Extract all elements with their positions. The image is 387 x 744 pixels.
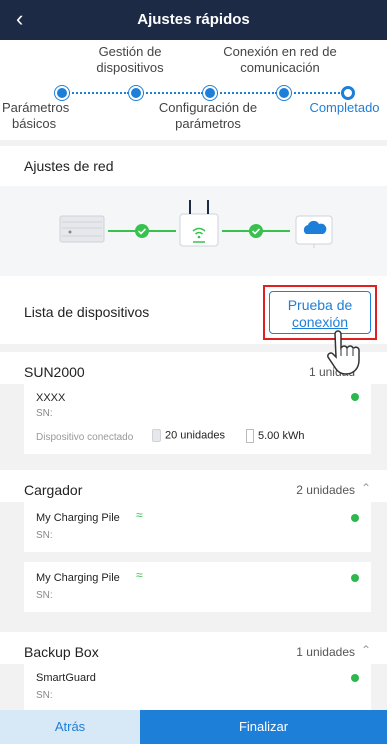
step-connector	[65, 92, 129, 94]
device-item[interactable]: My Charging Pile ≈ SN:	[24, 502, 371, 552]
progress-stepper: Gestión de dispositivos Conexión en red …	[0, 40, 387, 140]
check-icon	[135, 224, 149, 238]
device-item[interactable]: XXXX SN: Dispositivo conectado 20 unidad…	[24, 384, 371, 454]
step-connector	[139, 92, 203, 94]
device-name: My Charging Pile	[36, 512, 120, 524]
network-settings-header: Ajustes de red	[0, 146, 387, 186]
device-name: SmartGuard	[36, 672, 96, 684]
step-dot-current	[341, 86, 355, 100]
back-button[interactable]: Atrás	[0, 710, 140, 744]
status-online-indicator	[351, 674, 359, 682]
step-device-management: Gestión de dispositivos	[80, 44, 180, 76]
device-item[interactable]: My Charging Pile ≈ SN:	[24, 562, 371, 612]
footer-bar: Atrás Finalizar	[0, 710, 387, 744]
step-network-connection: Conexión en red de comunicación	[205, 44, 355, 76]
status-online-indicator	[351, 393, 359, 401]
section-title: Lista de dispositivos	[24, 304, 150, 320]
inverter-icon	[59, 215, 105, 243]
step-label: comunicación	[240, 60, 320, 75]
step-connector	[287, 92, 343, 94]
network-topology-graphic	[59, 200, 333, 248]
step-label: Conexión en red de	[223, 44, 337, 59]
group-count: 2 unidades	[296, 483, 355, 497]
device-name: XXXX	[36, 392, 66, 404]
group-header-cargador[interactable]: Cargador 2 unidades ⌃	[0, 462, 387, 502]
step-dot-done	[203, 86, 217, 100]
step-completed: Completado	[302, 100, 387, 116]
units-value: 20 unidades	[165, 429, 225, 442]
step-param-config: Configuración de parámetros	[138, 100, 278, 132]
step-dot-done	[129, 86, 143, 100]
step-dot-done	[55, 86, 69, 100]
step-label: Configuración de	[158, 100, 258, 115]
step-label: Parámetros	[2, 100, 70, 115]
finish-button[interactable]: Finalizar	[140, 710, 387, 744]
header-bar: ‹ Ajustes rápidos	[0, 0, 387, 40]
connection-test-button[interactable]: Prueba de conexión	[269, 291, 371, 334]
battery-device-icon	[152, 429, 161, 442]
cloud-monitor-icon	[295, 215, 333, 248]
step-label: básicos	[12, 116, 57, 131]
step-basic-params: Parámetros básicos	[0, 100, 100, 132]
device-sn: SN:	[36, 690, 53, 701]
step-label: Gestión de	[98, 44, 162, 59]
wifi-icon: ≈	[136, 508, 143, 522]
energy-value: 5.00 kWh	[258, 429, 305, 442]
connected-count: 20 unidades	[152, 429, 225, 445]
device-name: My Charging Pile	[36, 572, 120, 584]
status-online-indicator	[351, 514, 359, 522]
router-icon	[179, 200, 219, 247]
status-online-indicator	[351, 574, 359, 582]
page-title: Ajustes rápidos	[137, 11, 250, 28]
group-name: Backup Box	[24, 644, 99, 660]
button-label: conexión	[291, 314, 349, 330]
step-label: parámetros	[175, 116, 241, 131]
group-name: SUN2000	[24, 364, 85, 380]
section-title: Ajustes de red	[24, 158, 114, 174]
device-sn: SN:	[36, 408, 53, 419]
connected-label: Dispositivo conectado	[36, 432, 134, 443]
battery-pack-icon	[246, 429, 254, 443]
device-sn: SN:	[36, 530, 53, 541]
chevron-up-icon[interactable]: ⌃	[361, 481, 371, 495]
group-name: Cargador	[24, 482, 83, 498]
group-header-backup-box[interactable]: Backup Box 1 unidades ⌃	[0, 624, 387, 664]
check-icon	[249, 224, 263, 238]
group-count: 1 unidades	[296, 645, 355, 659]
step-dot-done	[277, 86, 291, 100]
step-label: Completado	[309, 100, 380, 115]
step-label: dispositivos	[96, 60, 164, 75]
energy-value-box: 5.00 kWh	[246, 429, 304, 445]
device-sn: SN:	[36, 590, 53, 601]
step-connector	[213, 92, 277, 94]
button-label: Prueba de	[287, 297, 353, 313]
chevron-up-icon[interactable]: ⌃	[361, 643, 371, 657]
network-diagram	[0, 186, 387, 276]
tap-hand-icon	[327, 330, 360, 375]
device-item[interactable]: SmartGuard SN:	[24, 664, 371, 710]
wifi-icon: ≈	[136, 568, 143, 582]
